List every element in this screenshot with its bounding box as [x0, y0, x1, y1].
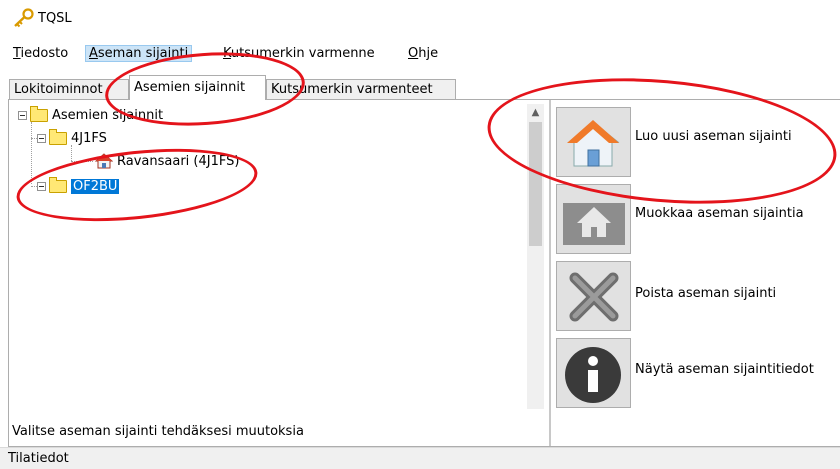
tree-node-label: 4J1FS — [71, 130, 107, 146]
tree-node-root[interactable]: Asemien sijainnit — [18, 105, 164, 124]
edit-location-label: Muokkaa aseman sijaintia — [635, 206, 804, 221]
collapse-icon[interactable] — [37, 133, 46, 143]
key-icon — [14, 8, 34, 28]
info-icon — [565, 347, 621, 403]
delete-location-button[interactable] — [556, 261, 631, 331]
tree-line — [71, 145, 72, 161]
house-icon — [95, 153, 113, 169]
menu-callsign-certificate[interactable]: Kutsumerkin varmenne — [221, 46, 377, 61]
folder-icon — [49, 128, 67, 145]
tree-line — [31, 122, 32, 184]
panel-divider — [549, 100, 551, 446]
scroll-up-icon[interactable]: ▲ — [527, 104, 544, 121]
window-title: TQSL — [38, 11, 72, 26]
delete-location-label: Poista aseman sijainti — [635, 286, 777, 301]
hint-text: Valitse aseman sijainti tehdäksesi muuto… — [12, 424, 304, 439]
edit-location-button[interactable] — [556, 184, 631, 254]
tree-node-4j1fs[interactable]: 4J1FS — [37, 128, 107, 147]
title-bar — [0, 0, 840, 40]
tree-node-label: Asemien sijainnit — [52, 107, 164, 123]
status-label: Tilatiedot — [8, 451, 69, 466]
menu-file[interactable]: Tiedosto — [11, 46, 70, 61]
create-location-label: Luo uusi aseman sijainti — [635, 129, 792, 144]
scroll-thumb[interactable] — [529, 122, 542, 246]
folder-icon — [49, 176, 67, 193]
tree-node-label: Ravansaari (4J1FS) — [117, 153, 240, 169]
collapse-icon[interactable] — [37, 181, 46, 191]
tab-logging[interactable]: Lokitoiminnot — [9, 79, 129, 99]
tab-station-locations[interactable]: Asemien sijainnit — [129, 75, 266, 100]
view-location-label: Näytä aseman sijaintitiedot — [635, 362, 814, 377]
tree-line — [71, 161, 93, 162]
tree-node-of2bu[interactable]: OF2BU — [37, 176, 120, 195]
folder-icon — [30, 105, 48, 122]
status-bar — [0, 447, 840, 469]
house-edit-icon — [563, 203, 625, 245]
view-location-button[interactable] — [556, 338, 631, 408]
collapse-icon[interactable] — [18, 110, 27, 120]
tree-node-ravansaari[interactable]: Ravansaari (4J1FS) — [95, 152, 239, 170]
create-location-button[interactable] — [556, 107, 631, 177]
tab-callsign-certificates[interactable]: Kutsumerkin varmenteet — [266, 79, 456, 99]
menu-station-location[interactable]: Aseman sijainti — [85, 45, 193, 62]
x-icon — [569, 272, 619, 322]
house-icon — [567, 120, 620, 167]
menu-help[interactable]: Ohje — [406, 46, 440, 61]
tree-node-label: OF2BU — [71, 178, 120, 194]
